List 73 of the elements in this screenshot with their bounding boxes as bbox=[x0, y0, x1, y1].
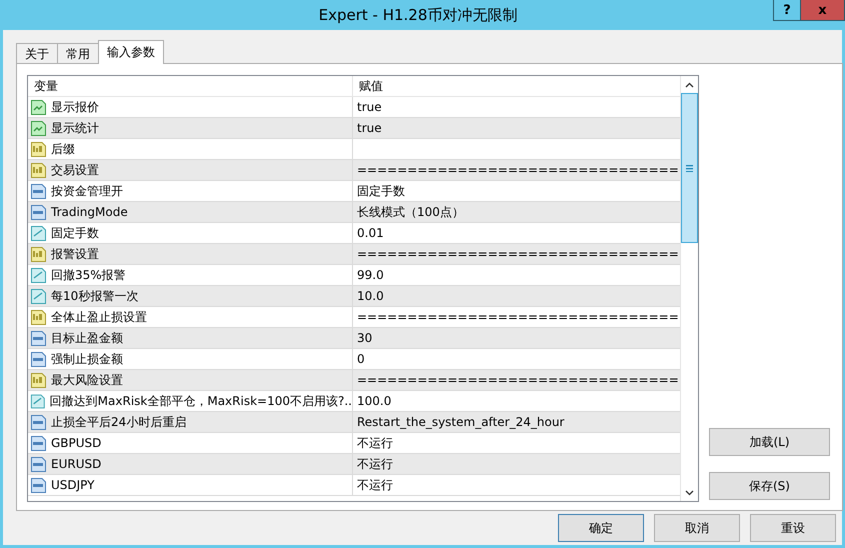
parameter-value[interactable]: 100.0 bbox=[357, 394, 392, 408]
number-doc-icon bbox=[30, 330, 47, 346]
column-header[interactable]: 变量 bbox=[28, 76, 353, 96]
parameter-value[interactable]: 长线模式（100点） bbox=[357, 205, 464, 219]
help-button[interactable]: ? bbox=[773, 0, 801, 21]
tab[interactable]: 输入参数 bbox=[98, 40, 164, 64]
fraction-doc-icon bbox=[30, 224, 47, 242]
parameter-value[interactable]: 10.0 bbox=[357, 289, 384, 303]
parameter-name: TradingMode bbox=[51, 205, 128, 219]
scroll-up-icon[interactable] bbox=[685, 82, 694, 88]
column-header[interactable]: 赋值 bbox=[353, 76, 680, 96]
parameter-name: 后缀 bbox=[51, 140, 75, 158]
parameter-name: 每10秒报警一次 bbox=[51, 288, 138, 304]
close-button[interactable]: x bbox=[801, 0, 845, 21]
parameter-value[interactable]: ================================ bbox=[357, 373, 679, 387]
window-title: Expert - H1.28币对冲无限制 bbox=[318, 5, 518, 26]
number-doc-icon bbox=[30, 204, 47, 220]
number-doc-icon bbox=[30, 350, 47, 368]
parameter-name: USDJPY bbox=[51, 478, 94, 492]
number-doc-icon bbox=[30, 182, 47, 200]
number-doc-icon bbox=[30, 414, 47, 430]
scroll-thumb[interactable] bbox=[681, 93, 698, 243]
parameter-value[interactable]: 固定手数 bbox=[357, 184, 405, 198]
parameter-value[interactable]: 0.01 bbox=[357, 226, 384, 240]
parameter-name: GBPUSD bbox=[51, 436, 102, 450]
chart-doc-icon bbox=[30, 120, 47, 136]
parameter-name: 回撤达到MaxRisk全部平仓，MaxRisk=100不启用该?.. bbox=[50, 392, 352, 410]
parameter-value[interactable]: 不运行 bbox=[357, 457, 393, 471]
fraction-doc-icon bbox=[30, 266, 47, 284]
number-doc-icon bbox=[30, 476, 47, 494]
parameter-name: 强制止损金额 bbox=[51, 350, 123, 368]
tab[interactable]: 关于 bbox=[16, 43, 58, 64]
parameter-name: EURUSD bbox=[51, 457, 102, 471]
fraction-doc-icon bbox=[30, 288, 47, 304]
parameter-name: 显示统计 bbox=[51, 120, 99, 136]
text-doc-icon bbox=[30, 162, 47, 178]
parameter-value[interactable]: 0 bbox=[357, 352, 365, 366]
dialog-button[interactable]: 确定 bbox=[558, 514, 644, 542]
parameter-name: 报警设置 bbox=[51, 246, 99, 262]
text-doc-icon bbox=[30, 140, 47, 158]
parameter-value[interactable]: ================================ bbox=[357, 310, 679, 324]
parameter-name: 回撤35%报警 bbox=[51, 266, 126, 284]
parameter-value[interactable]: 30 bbox=[357, 331, 372, 345]
scrollbar[interactable] bbox=[680, 76, 698, 501]
parameter-name: 全体止盈止损设置 bbox=[51, 308, 147, 326]
parameter-name: 止损全平后24小时后重启 bbox=[51, 414, 186, 430]
parameter-name: 按资金管理开 bbox=[51, 182, 123, 200]
number-doc-icon bbox=[30, 434, 47, 452]
dialog-button[interactable]: 重设 bbox=[750, 514, 836, 542]
grip-icon bbox=[686, 164, 693, 172]
parameter-value[interactable]: 99.0 bbox=[357, 268, 384, 282]
parameter-name: 固定手数 bbox=[51, 224, 99, 242]
chart-doc-icon bbox=[30, 98, 47, 116]
parameter-value[interactable]: 不运行 bbox=[357, 436, 393, 450]
text-doc-icon bbox=[30, 246, 47, 262]
parameter-name: 交易设置 bbox=[51, 162, 99, 178]
parameter-value[interactable]: true bbox=[357, 121, 382, 135]
fraction-doc-icon bbox=[30, 392, 46, 410]
side-button[interactable]: 加载(L) bbox=[709, 428, 830, 456]
text-doc-icon bbox=[30, 308, 47, 326]
dialog-button[interactable]: 取消 bbox=[654, 514, 740, 542]
number-doc-icon bbox=[30, 456, 47, 472]
parameter-value[interactable]: 不运行 bbox=[357, 478, 393, 492]
parameter-value[interactable]: ================================ bbox=[357, 163, 679, 177]
scroll-down-icon[interactable] bbox=[685, 490, 694, 496]
parameter-name: 目标止盈金额 bbox=[51, 330, 123, 346]
side-button[interactable]: 保存(S) bbox=[709, 472, 830, 500]
parameter-value[interactable]: true bbox=[357, 100, 382, 114]
text-doc-icon bbox=[30, 372, 47, 388]
parameter-name: 显示报价 bbox=[51, 98, 99, 116]
parameter-value[interactable]: Restart_the_system_after_24_hour bbox=[357, 415, 564, 429]
parameter-value[interactable]: ================================ bbox=[357, 247, 679, 261]
parameter-name: 最大风险设置 bbox=[51, 372, 123, 388]
